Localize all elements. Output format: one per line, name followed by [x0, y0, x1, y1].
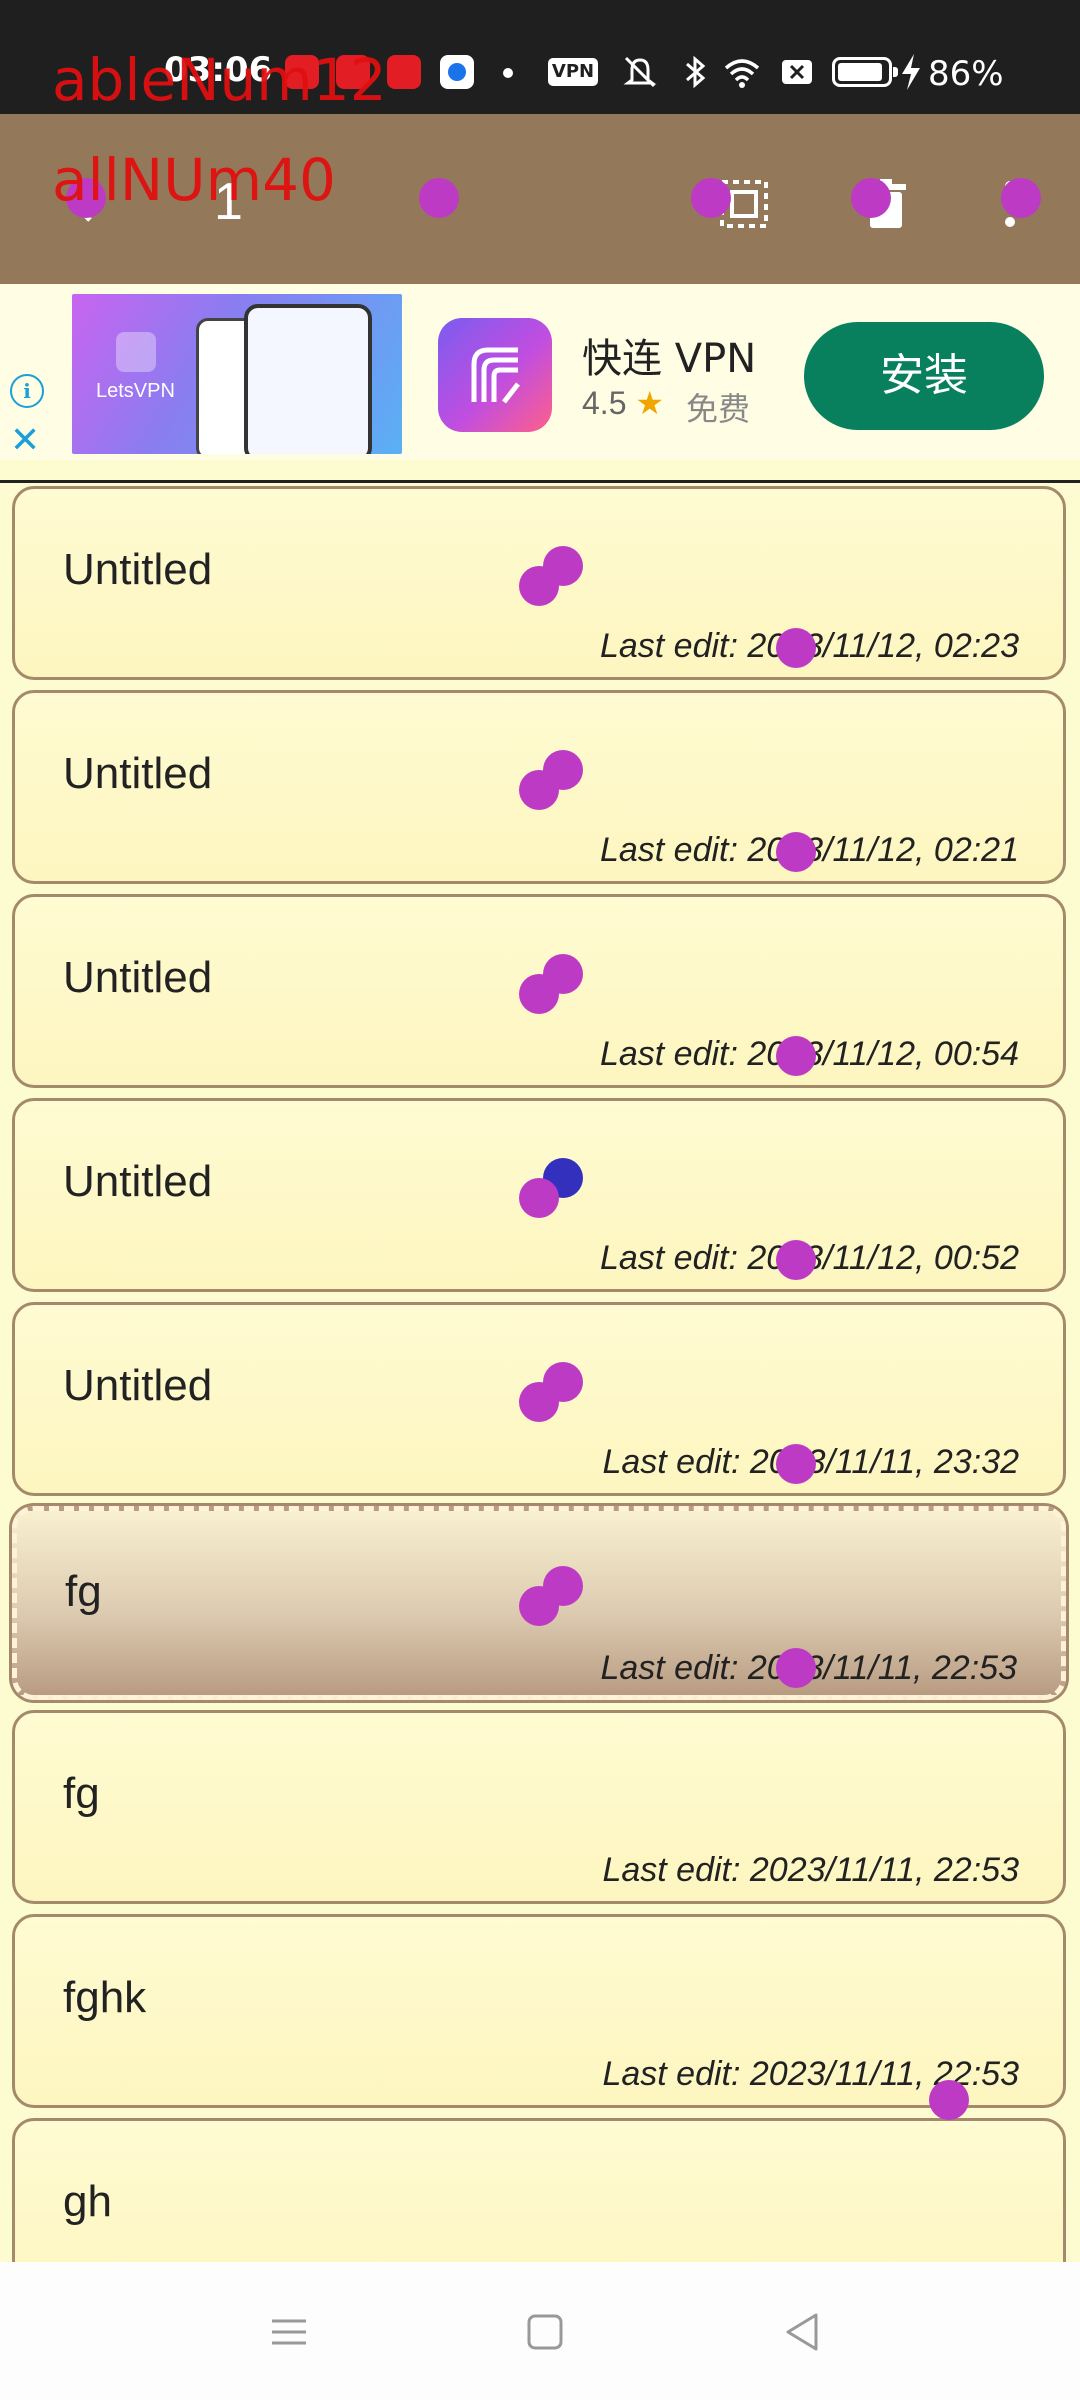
note-title: Untitled — [63, 749, 213, 798]
home-icon[interactable] — [520, 2307, 570, 2357]
ad-title[interactable]: 快连 VPN — [582, 326, 756, 384]
note-title: Untitled — [63, 545, 213, 594]
note-title: fg — [63, 1769, 100, 1818]
bluetooth-icon — [686, 55, 706, 89]
note-card[interactable]: fg Last edit: 2023/11/11, 22:53 — [12, 1710, 1066, 1904]
vpn-icon: VPN — [548, 58, 598, 86]
battery-percent: 86% — [928, 54, 1004, 94]
star-icon: ★ — [635, 385, 665, 421]
debug-overlay-text: allNUm40 — [52, 146, 336, 214]
divider — [0, 480, 1080, 483]
touch-marker — [519, 1586, 559, 1626]
note-title: gh — [63, 2177, 112, 2226]
app-logo-icon[interactable] — [438, 318, 552, 432]
note-card[interactable]: fghk Last edit: 2023/11/11, 22:53 — [12, 1914, 1066, 2108]
note-title: Untitled — [63, 1157, 213, 1206]
back-icon[interactable] — [778, 2307, 828, 2357]
ad-image-brand: LetsVPN — [96, 380, 175, 402]
dot-icon — [503, 68, 513, 78]
menu-icon[interactable] — [264, 2307, 314, 2357]
install-button[interactable]: 安装 — [804, 322, 1044, 430]
note-title: fghk — [63, 1973, 147, 2022]
charging-icon — [902, 54, 920, 90]
note-title: fg — [65, 1567, 102, 1616]
app-notification-icon — [440, 55, 474, 89]
touch-marker — [776, 832, 816, 872]
touch-marker — [691, 178, 731, 218]
wifi-icon — [724, 59, 760, 88]
app-notification-icon — [387, 55, 421, 89]
ad-banner[interactable]: i ✕ LetsVPN 快连 VPN 4.5 ★ 免费 安装 — [0, 284, 1080, 460]
touch-marker — [519, 1382, 559, 1422]
system-nav-bar — [0, 2262, 1080, 2400]
touch-marker — [419, 178, 459, 218]
touch-marker — [1001, 178, 1041, 218]
note-last-edit: Last edit: 2023/11/11, 22:53 — [602, 1851, 1019, 1889]
sim-off-icon — [782, 60, 812, 84]
touch-marker — [776, 1444, 816, 1484]
battery-icon — [832, 57, 898, 87]
phone-mockup-icon — [244, 304, 372, 454]
note-title: Untitled — [63, 1361, 213, 1410]
touch-marker — [851, 178, 891, 218]
ad-info-icon[interactable]: i — [10, 374, 44, 408]
letsvpn-logo-icon — [116, 332, 156, 372]
touch-marker — [519, 974, 559, 1014]
note-title: Untitled — [63, 953, 213, 1002]
touch-marker — [776, 628, 816, 668]
ad-close-icon[interactable]: ✕ — [10, 422, 40, 458]
touch-marker — [519, 566, 559, 606]
touch-marker — [776, 1240, 816, 1280]
ad-rating: 4.5 ★ — [582, 384, 664, 422]
note-card[interactable]: gh — [12, 2118, 1066, 2262]
touch-marker — [776, 1648, 816, 1688]
mute-icon — [623, 56, 657, 88]
ad-image[interactable]: LetsVPN — [72, 294, 402, 454]
touch-marker — [929, 2080, 969, 2120]
ad-rating-value: 4.5 — [582, 385, 627, 421]
touch-marker — [519, 770, 559, 810]
touch-marker — [776, 1036, 816, 1076]
touch-marker — [519, 1178, 559, 1218]
note-list[interactable]: Untitled Last edit: 2023/11/12, 02:23 Un… — [0, 486, 1080, 2262]
ad-price: 免费 — [686, 391, 751, 427]
debug-overlay-text: ableNum12 — [52, 46, 387, 114]
